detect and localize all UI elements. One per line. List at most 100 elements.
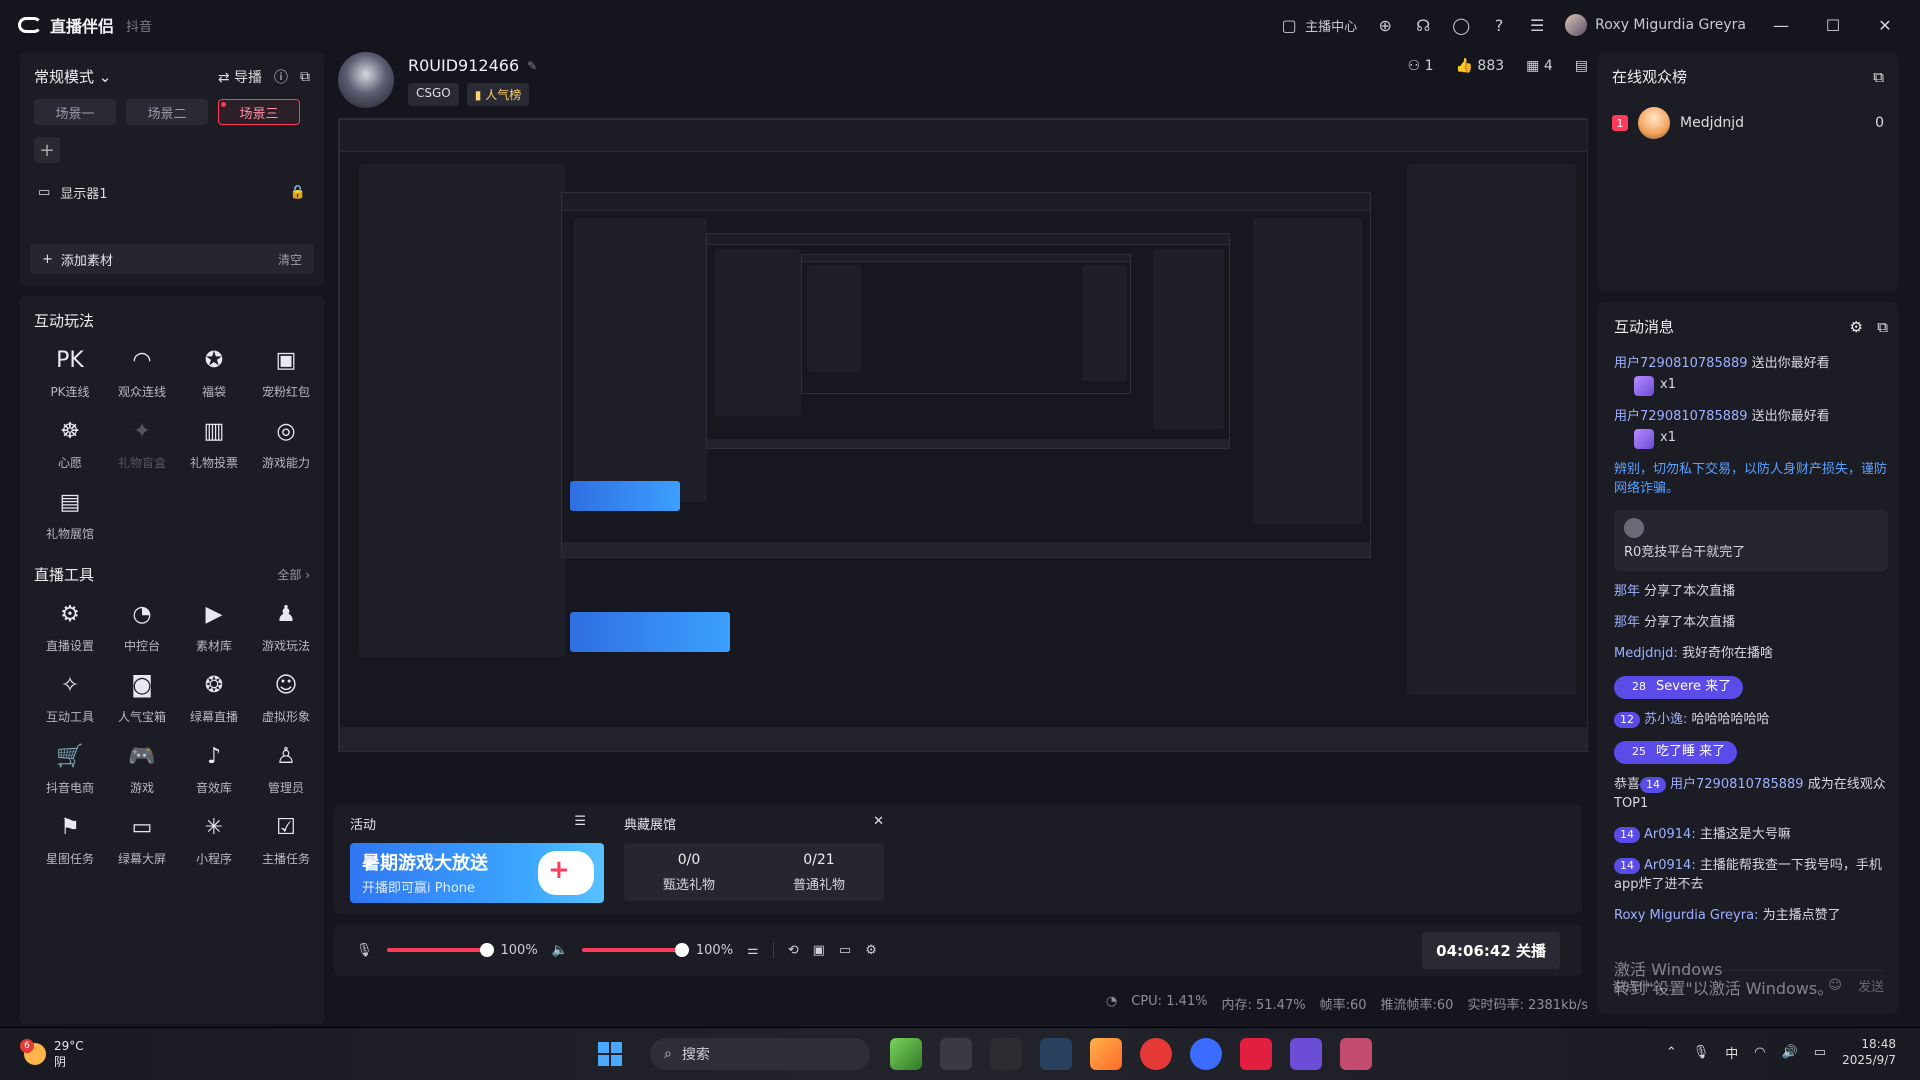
- edit-icon[interactable]: ✎: [527, 59, 537, 73]
- settings-icon[interactable]: ⚙: [865, 943, 877, 958]
- tray-chevron-up-icon[interactable]: ⌃: [1666, 1045, 1677, 1060]
- taskbar-app-netease-icon[interactable]: [1140, 1038, 1172, 1070]
- taskbar-app-orange-icon[interactable]: [1090, 1038, 1122, 1070]
- popout-icon[interactable]: ⧉: [300, 69, 310, 85]
- interactive-tool[interactable]: ▥ 礼物投票: [178, 414, 250, 471]
- live-tool[interactable]: ⚙ 直播设置: [34, 597, 106, 654]
- room-id: R0UID912466: [408, 56, 520, 75]
- taskbar-search[interactable]: ⌕ 搜索: [650, 1038, 870, 1070]
- mic-volume-knob[interactable]: [479, 943, 494, 957]
- tray-mic-icon[interactable]: 🎙: [1693, 1045, 1710, 1060]
- live-tool[interactable]: ◙ 人气宝箱: [106, 668, 178, 725]
- gallery-close-icon[interactable]: ✕: [873, 814, 884, 833]
- clear-button[interactable]: 清空: [278, 251, 302, 268]
- all-tools-link[interactable]: 全部 ›: [277, 566, 310, 583]
- source-item-display[interactable]: ▭ 显示器1 🔒: [34, 177, 310, 208]
- live-tool[interactable]: 🎮 游戏: [106, 739, 178, 796]
- speaker-icon[interactable]: 🔈: [552, 943, 568, 958]
- guide-button[interactable]: ⇄ 导播: [218, 67, 262, 87]
- taskbar-app-files-icon[interactable]: [940, 1038, 972, 1070]
- game-tag[interactable]: CSGO: [408, 83, 459, 106]
- add-source-label: 添加素材: [60, 253, 113, 269]
- taskbar-app-steam-icon[interactable]: [1040, 1038, 1072, 1070]
- ime-indicator[interactable]: 中: [1725, 1043, 1738, 1062]
- list-icon[interactable]: ☰: [574, 814, 586, 833]
- live-tool[interactable]: ♟ 游戏玩法: [250, 597, 322, 654]
- stream-preview[interactable]: [338, 118, 1588, 752]
- chat-icon[interactable]: ◯: [1451, 15, 1471, 35]
- live-tool[interactable]: ☑ 主播任务: [250, 810, 322, 867]
- message-user: Ar0914:: [1644, 826, 1696, 842]
- close-icon[interactable]: ✕: [1868, 16, 1902, 35]
- tab-scene-1[interactable]: 场景一: [34, 99, 116, 125]
- activity-banner[interactable]: 暑期游戏大放送 开播即可赢i Phone: [350, 843, 604, 903]
- live-tool[interactable]: ▭ 绿幕大屏: [106, 810, 178, 867]
- live-tool[interactable]: ✧ 互动工具: [34, 668, 106, 725]
- volume-icon[interactable]: 🔊: [1782, 1045, 1798, 1060]
- rotate-camera-icon[interactable]: ⟲: [788, 943, 799, 958]
- live-tool-label: 管理员: [267, 781, 304, 795]
- anchor-center-icon[interactable]: ▢: [1279, 15, 1299, 35]
- viewers-popout-icon[interactable]: ⧉: [1873, 68, 1884, 86]
- mode-dropdown[interactable]: 常规模式 ⌄: [34, 66, 111, 87]
- windows-start-icon[interactable]: [598, 1042, 622, 1066]
- room-avatar[interactable]: [338, 52, 394, 108]
- messages-popout-icon[interactable]: ⧉: [1877, 318, 1888, 336]
- live-tool[interactable]: ❂ 绿幕直播: [178, 668, 250, 725]
- viewer-rank-item[interactable]: 1 Medjdnjd 0: [1612, 107, 1884, 139]
- interactive-tool[interactable]: ◠ 观众连线: [106, 343, 178, 400]
- interactive-tool[interactable]: ◎ 游戏能力: [250, 414, 322, 471]
- tab-scene-2[interactable]: 场景二: [126, 99, 208, 125]
- interactive-tool[interactable]: ☸ 心愿: [34, 414, 106, 471]
- lock-icon[interactable]: 🔒: [290, 185, 306, 200]
- guide-help-icon[interactable]: ⓘ: [274, 67, 288, 87]
- interactive-tool[interactable]: ✪ 福袋: [178, 343, 250, 400]
- messages-settings-icon[interactable]: ⚙: [1850, 318, 1863, 336]
- taskbar-app-browser-icon[interactable]: [1190, 1038, 1222, 1070]
- menu-icon[interactable]: ☰: [1527, 15, 1547, 35]
- taskbar-app-valorant-icon[interactable]: [1290, 1038, 1322, 1070]
- tab-scene-3[interactable]: 场景三: [218, 99, 300, 125]
- upload-icon[interactable]: ⊕: [1375, 15, 1395, 35]
- interactive-tool[interactable]: ▣ 宠粉红包: [250, 343, 322, 400]
- interactive-tool[interactable]: PK PK连线: [34, 343, 106, 400]
- live-tool[interactable]: ☺ 虚拟形象: [250, 668, 322, 725]
- live-tool[interactable]: ◔ 中控台: [106, 597, 178, 654]
- speaker-volume-knob[interactable]: [674, 943, 689, 957]
- headset-icon[interactable]: ☊: [1413, 15, 1433, 35]
- live-tool[interactable]: ♪ 音效库: [178, 739, 250, 796]
- taskbar-app-game-icon[interactable]: [990, 1038, 1022, 1070]
- live-tool[interactable]: 🛒 抖音电商: [34, 739, 106, 796]
- wifi-icon[interactable]: ◠: [1754, 1045, 1765, 1060]
- user-profile[interactable]: Roxy Migurdia Greyra: [1565, 14, 1746, 36]
- live-tool[interactable]: ♙ 管理员: [250, 739, 322, 796]
- chart-bars-icon: ▮: [474, 88, 482, 102]
- taskbar-clock[interactable]: 18:48 2025/9/7: [1842, 1036, 1896, 1068]
- mic-volume-slider[interactable]: [386, 943, 494, 957]
- send-button[interactable]: 发送: [1858, 976, 1884, 995]
- camera-icon[interactable]: ▭: [839, 943, 851, 958]
- interactive-tool[interactable]: ▤ 礼物展馆: [34, 485, 106, 542]
- help-icon[interactable]: ?: [1489, 15, 1509, 35]
- notes-icon[interactable]: ▤: [1575, 58, 1588, 74]
- live-tool[interactable]: ⚑ 星图任务: [34, 810, 106, 867]
- mixer-icon[interactable]: ⚌: [747, 943, 759, 958]
- live-tool[interactable]: ✳ 小程序: [178, 810, 250, 867]
- taskbar-app-active-icon[interactable]: [1340, 1038, 1372, 1070]
- add-source-button[interactable]: + 添加素材 清空: [30, 244, 314, 274]
- taskbar-app-red-icon[interactable]: [1240, 1038, 1272, 1070]
- interactive-tool[interactable]: ✦ 礼物盲盒: [106, 414, 178, 471]
- maximize-icon[interactable]: ☐: [1816, 16, 1850, 35]
- screen-share-icon[interactable]: ▣: [813, 943, 825, 958]
- add-scene-button[interactable]: +: [34, 137, 60, 163]
- minimize-icon[interactable]: —: [1764, 16, 1798, 35]
- anchor-center-link[interactable]: 主播中心: [1305, 16, 1357, 35]
- popularity-tag[interactable]: ▮ 人气榜: [466, 83, 530, 106]
- taskbar-app-bamboo-icon[interactable]: [890, 1038, 922, 1070]
- speaker-volume-slider[interactable]: [581, 943, 689, 957]
- battery-icon[interactable]: ▭: [1814, 1045, 1826, 1060]
- microphone-icon[interactable]: 🎙: [356, 943, 373, 958]
- weather-widget[interactable]: 6 29°C 阴: [20, 1039, 84, 1070]
- end-live-button[interactable]: 04:06:42 关播: [1422, 931, 1560, 969]
- live-tool[interactable]: ▶ 素材库: [178, 597, 250, 654]
